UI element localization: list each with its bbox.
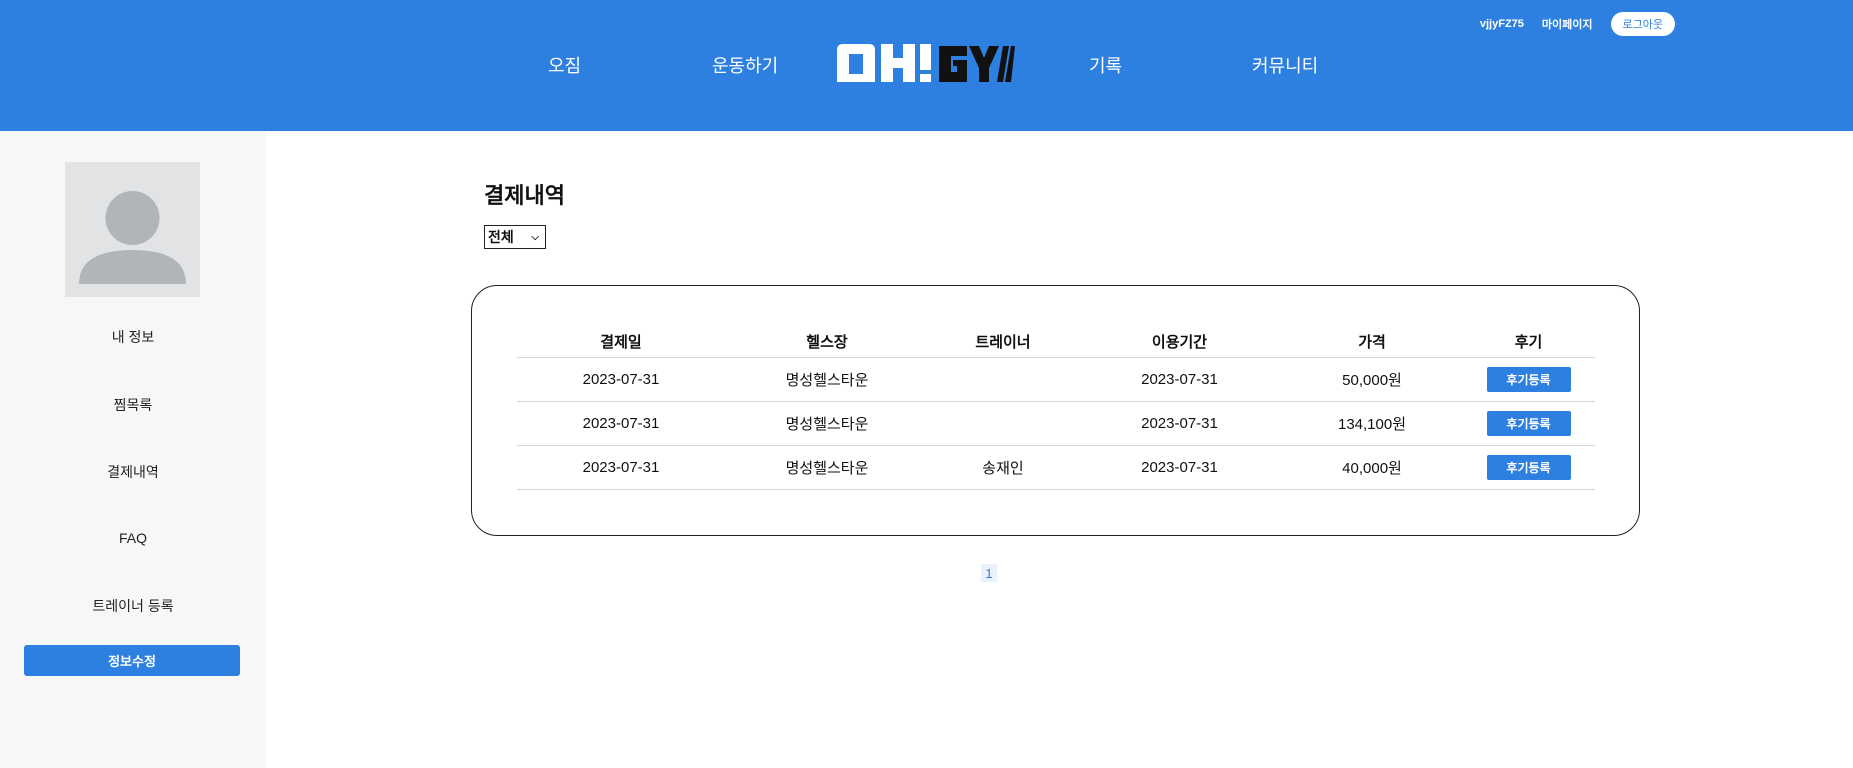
edit-profile-button[interactable]: 정보수정 [24,645,240,676]
table-row: 2023-07-31 명성헬스타운 송재인 2023-07-31 40,000원… [517,446,1595,490]
ohgym-logo[interactable] [835,40,1015,88]
nav-item-community[interactable]: 커뮤니티 [1252,52,1318,78]
filter-select[interactable]: 전체 ⌵ [484,225,546,249]
sidebar-item-my-info[interactable]: 내 정보 [0,327,266,347]
column-header: 헬스장 [806,334,848,351]
trainer-name: 송재인 [982,460,1024,477]
chevron-down-icon: ⌵ [531,231,539,243]
sidebar-item-faq[interactable]: FAQ [0,530,266,546]
gym-name: 명성헬스타운 [785,416,869,433]
user-silhouette-icon [79,191,186,284]
write-review-button[interactable]: 후기등록 [1486,455,1571,480]
payment-date: 2023-07-31 [582,371,660,388]
table-row: 2023-07-31 명성헬스타운 2023-07-31 50,000원 후기등… [517,358,1595,402]
nav-item-ojim[interactable]: 오짐 [548,52,581,78]
sidebar-item-payments[interactable]: 결제내역 [0,462,266,482]
usage-period: 2023-07-31 [1141,415,1218,432]
sidebar-item-trainer-register[interactable]: 트레이너 등록 [0,596,266,616]
review-cell: 후기등록 [1462,367,1595,392]
price: 134,100원 [1337,416,1407,433]
username: vjjyFZ75 [1479,18,1524,30]
mypage-link[interactable]: 마이페이지 [1542,16,1593,32]
logout-button[interactable]: 로그아웃 [1610,12,1675,36]
nav-item-records[interactable]: 기록 [1089,52,1122,78]
table-header-row: 결제일 헬스장 트레이너 이용기간 가격 후기 [517,326,1595,358]
column-header: 후기 [1514,334,1543,351]
column-header: 트레이너 [975,334,1031,351]
payment-table: 결제일 헬스장 트레이너 이용기간 가격 후기 2023-07-31 명성헬스타… [517,326,1595,490]
write-review-button[interactable]: 후기등록 [1486,411,1571,436]
price: 50,000원 [1342,372,1402,389]
avatar [65,162,200,297]
usage-period: 2023-07-31 [1141,371,1218,388]
payment-date: 2023-07-31 [582,459,660,476]
gym-name: 명성헬스타운 [785,460,869,477]
review-cell: 후기등록 [1462,411,1595,436]
usage-period: 2023-07-31 [1141,459,1218,476]
column-header: 가격 [1358,334,1386,351]
payment-date: 2023-07-31 [582,415,660,432]
page-title: 결제내역 [484,183,565,208]
table-row: 2023-07-31 명성헬스타운 2023-07-31 134,100원 후기… [517,402,1595,446]
sidebar-item-wishlist[interactable]: 찜목록 [0,395,266,415]
user-bar: vjjyFZ75 마이페이지 로그아웃 [1480,12,1675,36]
column-header: 이용기간 [1151,334,1208,351]
write-review-button[interactable]: 후기등록 [1486,367,1571,392]
payment-history-card: 결제일 헬스장 트레이너 이용기간 가격 후기 2023-07-31 명성헬스타… [471,285,1640,536]
sidebar: 내 정보 찜목록 결제내역 FAQ 트레이너 등록 정보수정 [0,131,266,768]
page-number-1[interactable]: 1 [981,564,997,582]
price: 40,000원 [1342,460,1402,477]
review-cell: 후기등록 [1462,455,1595,480]
gym-name: 명성헬스타운 [785,372,869,389]
column-header: 결제일 [600,334,642,351]
nav-item-workout[interactable]: 운동하기 [712,52,778,78]
filter-selected-value: 전체 [488,229,514,245]
top-header: vjjyFZ75 마이페이지 로그아웃 오짐 운동하기 기록 커뮤니티 [0,0,1853,131]
